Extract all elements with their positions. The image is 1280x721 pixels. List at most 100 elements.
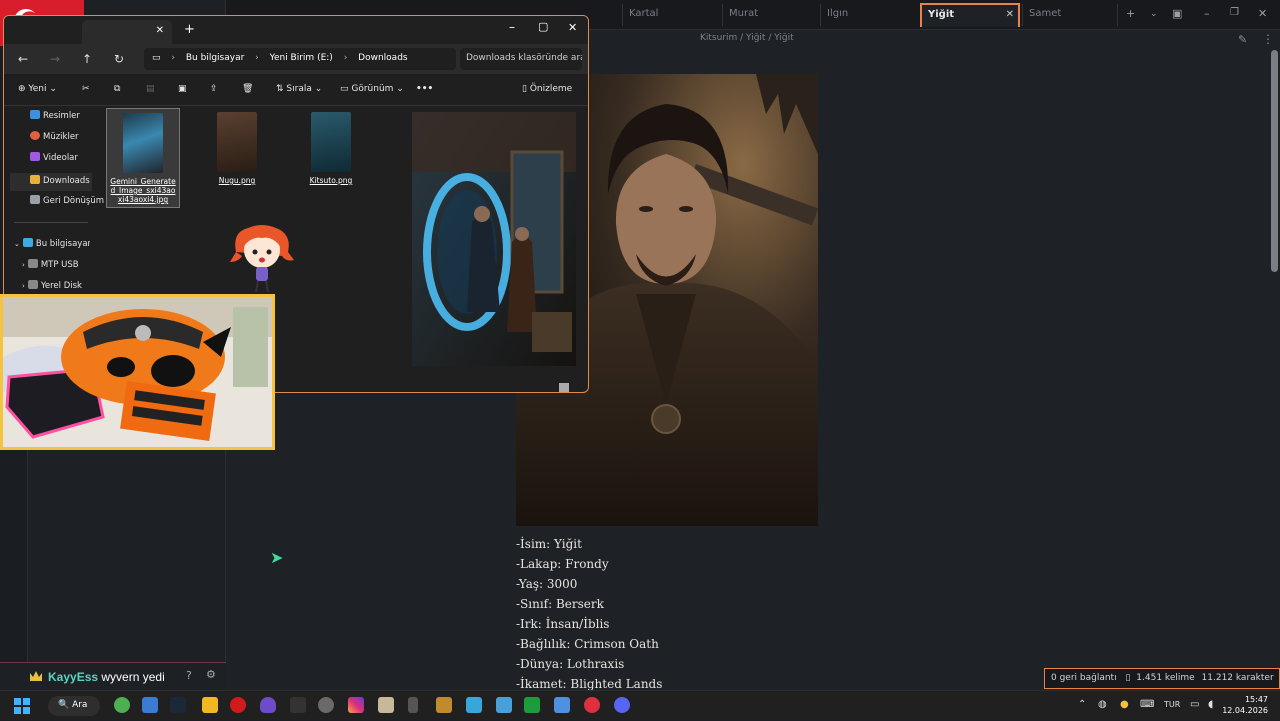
- discord-icon[interactable]: [614, 697, 630, 713]
- path-downloads[interactable]: Downloads: [358, 53, 407, 63]
- xbox-icon[interactable]: [114, 697, 130, 713]
- pictures-icon: [30, 110, 40, 119]
- steam-icon[interactable]: [170, 697, 186, 713]
- search-placeholder: Downloads klasöründe ara: [466, 53, 582, 63]
- taskbar-search[interactable]: 🔍 Ara: [48, 696, 100, 716]
- info-class: -Sınıf: Berserk: [516, 597, 604, 611]
- minecraft-icon[interactable]: [524, 697, 540, 713]
- copy-icon[interactable]: ⧉: [114, 84, 120, 94]
- preview-button[interactable]: ▯ Önizleme: [522, 84, 572, 94]
- path-drive[interactable]: Yeni Birim (E:): [270, 53, 333, 63]
- nav-videos[interactable]: Videolar: [30, 152, 106, 168]
- info-nickname: -Lakap: Frondy: [516, 557, 609, 571]
- microphone-icon[interactable]: ●: [1120, 699, 1129, 710]
- file-kitsuto[interactable]: Kitsuto.png: [294, 108, 368, 185]
- backlinks-count[interactable]: 0 geri bağlantı: [1051, 673, 1117, 683]
- delete-icon[interactable]: 🗑: [242, 84, 253, 94]
- app-icon[interactable]: [554, 697, 570, 713]
- tab-kartal[interactable]: Kartal: [622, 4, 716, 26]
- share-icon[interactable]: ⇪: [210, 84, 218, 94]
- folder-icon: [30, 175, 40, 184]
- app-icon[interactable]: [290, 697, 306, 713]
- app-icon[interactable]: [436, 697, 452, 713]
- folder-icon[interactable]: [202, 697, 218, 713]
- maximize-icon[interactable]: ▢: [538, 20, 548, 33]
- clock-date: 12.04.2026: [1222, 706, 1268, 715]
- nav-pictures[interactable]: Resimler: [30, 110, 106, 126]
- file-nugu[interactable]: Nugu.png: [200, 108, 274, 185]
- paste-icon[interactable]: ▤: [146, 84, 155, 94]
- tab-murat[interactable]: Murat: [722, 4, 816, 26]
- new-tab-icon[interactable]: +: [1126, 7, 1135, 20]
- search-input[interactable]: Downloads klasöründe ara: [460, 48, 582, 70]
- nav-this-pc[interactable]: ⌄ Bu bilgisayar: [14, 238, 90, 254]
- info-allegiance: -Bağlılık: Crimson Oath: [516, 637, 659, 651]
- details-view-icon[interactable]: [559, 383, 569, 392]
- disk-icon: [27, 280, 38, 289]
- app-tray-icon[interactable]: ◍: [1098, 699, 1107, 710]
- more-options-icon[interactable]: ⋮: [1262, 32, 1274, 46]
- path-this-pc[interactable]: Bu bilgisayar: [186, 53, 244, 63]
- gear-icon[interactable]: ⚙: [206, 668, 216, 681]
- obs-icon[interactable]: [318, 697, 334, 713]
- book-icon[interactable]: ▯: [1125, 673, 1130, 683]
- instagram-icon[interactable]: [348, 697, 364, 713]
- sort-button[interactable]: ⇅ Sırala ⌄: [276, 84, 322, 94]
- close-tab-icon[interactable]: ✕: [156, 25, 164, 36]
- forward-icon[interactable]: →: [50, 52, 60, 66]
- opera-icon[interactable]: [230, 697, 246, 713]
- nav-downloads[interactable]: Downloads: [10, 173, 92, 191]
- tab-samet[interactable]: Samet: [1022, 4, 1118, 26]
- more-icon[interactable]: •••: [416, 84, 433, 94]
- volume-icon[interactable]: ◖: [1208, 699, 1213, 710]
- chat-message: KayyEss wyvern yedi: [48, 670, 165, 684]
- app-icon[interactable]: [466, 697, 482, 713]
- scrollbar[interactable]: [1271, 50, 1278, 272]
- breadcrumb[interactable]: Kitsurim / Yiğit / Yiğit: [700, 33, 794, 43]
- cut-icon[interactable]: ✂: [82, 84, 90, 94]
- start-button[interactable]: [14, 698, 30, 714]
- tab-yigit[interactable]: Yiğit ✕: [920, 3, 1020, 27]
- nav-music[interactable]: Müzikler: [30, 131, 106, 147]
- explorer-tab[interactable]: ✕: [82, 20, 172, 44]
- info-world: -Dünya: Lothraxis: [516, 657, 625, 671]
- edit-icon[interactable]: ✎: [1238, 33, 1247, 46]
- maximize-icon[interactable]: ❐: [1230, 7, 1239, 18]
- chevron-down-icon[interactable]: ⌄: [1150, 9, 1158, 19]
- file-gemini-image[interactable]: Gemini_Generated_Image_sxi43aoxi43aoxi4.…: [106, 108, 180, 208]
- tab-ilgin[interactable]: Ilgın: [820, 4, 916, 26]
- webcam-overlay: [0, 294, 275, 450]
- file-name: Gemini_Generated_Image_sxi43aoxi43aoxi4.…: [110, 177, 176, 204]
- app-icon[interactable]: [584, 697, 600, 713]
- app-icon[interactable]: [142, 697, 158, 713]
- help-icon[interactable]: ?: [186, 669, 192, 682]
- sidebar-toggle-icon[interactable]: ▣: [1172, 7, 1182, 20]
- file-name: Kitsuto.png: [309, 176, 353, 185]
- close-window-icon[interactable]: ✕: [1258, 7, 1267, 20]
- minimize-icon[interactable]: –: [1204, 7, 1210, 20]
- view-button[interactable]: ▭ Görünüm ⌄: [340, 84, 404, 94]
- address-field[interactable]: ▭ › Bu bilgisayar › Yeni Birim (E:) › Do…: [144, 48, 456, 70]
- character-info-list: -İsim: Yiğit -Lakap: Frondy -Yaş: 3000 -…: [516, 534, 662, 694]
- back-icon[interactable]: ←: [18, 52, 28, 66]
- network-icon[interactable]: ▭: [1190, 699, 1199, 710]
- app-icon[interactable]: [408, 697, 418, 713]
- nav-mtp-usb[interactable]: › MTP USB: [22, 259, 98, 275]
- nav-recycle-bin[interactable]: Geri Dönüşüm: [30, 195, 106, 211]
- taskbar-clock[interactable]: 15:47 12.04.2026: [1222, 694, 1268, 716]
- refresh-icon[interactable]: ↻: [114, 52, 124, 66]
- new-tab-icon[interactable]: +: [184, 22, 195, 37]
- app-icon[interactable]: [496, 697, 512, 713]
- rename-icon[interactable]: ▣: [178, 84, 187, 94]
- close-window-icon[interactable]: ✕: [568, 21, 577, 34]
- chat-text: wyvern yedi: [101, 670, 165, 684]
- chevron-up-icon[interactable]: ⌃: [1078, 699, 1086, 710]
- app-icon[interactable]: [260, 697, 276, 713]
- close-tab-icon[interactable]: ✕: [1006, 9, 1014, 20]
- new-button[interactable]: ⊕ Yeni ⌄: [18, 84, 57, 94]
- keyboard-icon[interactable]: ⌨: [1140, 699, 1154, 710]
- app-icon[interactable]: [378, 697, 394, 713]
- minimize-icon[interactable]: –: [509, 20, 515, 34]
- up-icon[interactable]: ↑: [82, 52, 92, 66]
- language-indicator[interactable]: TUR: [1164, 700, 1180, 709]
